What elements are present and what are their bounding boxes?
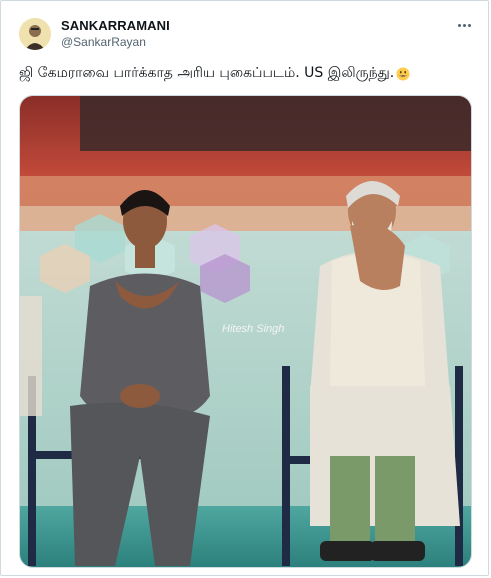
avatar-image — [19, 18, 51, 50]
author-avatar[interactable] — [19, 18, 51, 50]
tweet-text-content: ஜி கேமராவை பார்க்காத அரிய புகைப்படம். US… — [19, 65, 395, 81]
more-horizontal-icon[interactable] — [453, 17, 475, 33]
author-handle[interactable]: @SankarRayan — [61, 35, 146, 49]
photo-image: Hitesh Singh — [20, 96, 471, 567]
author-display-name[interactable]: SANKARRAMANI — [61, 18, 170, 33]
photo-watermark: Hitesh Singh — [222, 323, 284, 335]
grinning-face-emoji-icon — [396, 67, 410, 81]
tweet-card: SANKARRAMANI @SankarRayan ஜி கேமராவை பார… — [0, 0, 489, 576]
tweet-photo[interactable]: Hitesh Singh — [19, 95, 472, 568]
tweet-text: ஜி கேமராவை பார்க்காத அரிய புகைப்படம். US… — [19, 65, 479, 83]
